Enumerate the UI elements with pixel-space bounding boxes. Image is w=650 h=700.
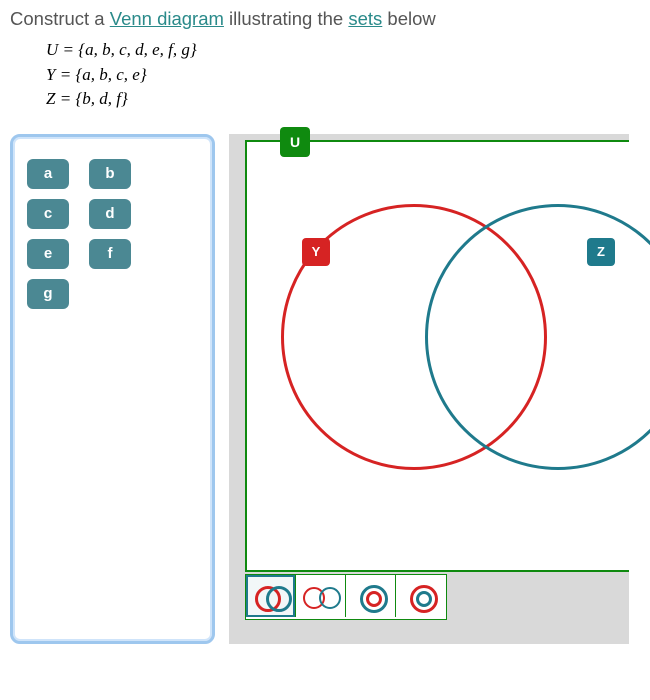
prompt-pre: Construct a bbox=[10, 8, 110, 29]
tool-single-ring-a[interactable] bbox=[346, 575, 396, 617]
chip-f[interactable]: f bbox=[89, 239, 131, 269]
universe-label[interactable]: U bbox=[280, 127, 310, 157]
set-Y: Y = {a, b, c, e} bbox=[46, 63, 640, 88]
two-overlap-filled-icon bbox=[253, 584, 289, 608]
two-overlap-outline-icon bbox=[303, 584, 339, 608]
chip-e[interactable]: e bbox=[27, 239, 69, 269]
diagram-stage: U Y Z bbox=[229, 134, 629, 644]
workspace: a b c d e f g U Y Z bbox=[10, 134, 640, 644]
prompt-mid: illustrating the bbox=[224, 8, 348, 29]
prompt-post: below bbox=[382, 8, 435, 29]
chip-c[interactable]: c bbox=[27, 199, 69, 229]
element-palette: a b c d e f g bbox=[10, 134, 215, 644]
link-sets[interactable]: sets bbox=[348, 8, 382, 29]
tool-single-ring-b[interactable] bbox=[396, 575, 446, 617]
palette-grid: a b c d e f g bbox=[27, 159, 198, 309]
tool-two-overlap-filled[interactable] bbox=[246, 575, 296, 617]
link-venn-diagram[interactable]: Venn diagram bbox=[110, 8, 224, 29]
chip-a[interactable]: a bbox=[27, 159, 69, 189]
venn-canvas[interactable]: U Y Z bbox=[245, 140, 629, 572]
set-Z: Z = {b, d, f} bbox=[46, 87, 640, 112]
chip-b[interactable]: b bbox=[89, 159, 131, 189]
set-definitions: U = {a, b, c, d, e, f, g} Y = {a, b, c, … bbox=[10, 38, 640, 112]
diagram-toolbar bbox=[245, 574, 447, 620]
single-ring-a-icon bbox=[353, 584, 389, 608]
single-ring-b-icon bbox=[403, 584, 439, 608]
chip-d[interactable]: d bbox=[89, 199, 131, 229]
tool-two-overlap-outline[interactable] bbox=[296, 575, 346, 617]
question-prompt: Construct a Venn diagram illustrating th… bbox=[10, 8, 640, 30]
chip-g[interactable]: g bbox=[27, 279, 69, 309]
set-U: U = {a, b, c, d, e, f, g} bbox=[46, 38, 640, 63]
label-Z[interactable]: Z bbox=[587, 238, 615, 266]
label-Y[interactable]: Y bbox=[302, 238, 330, 266]
